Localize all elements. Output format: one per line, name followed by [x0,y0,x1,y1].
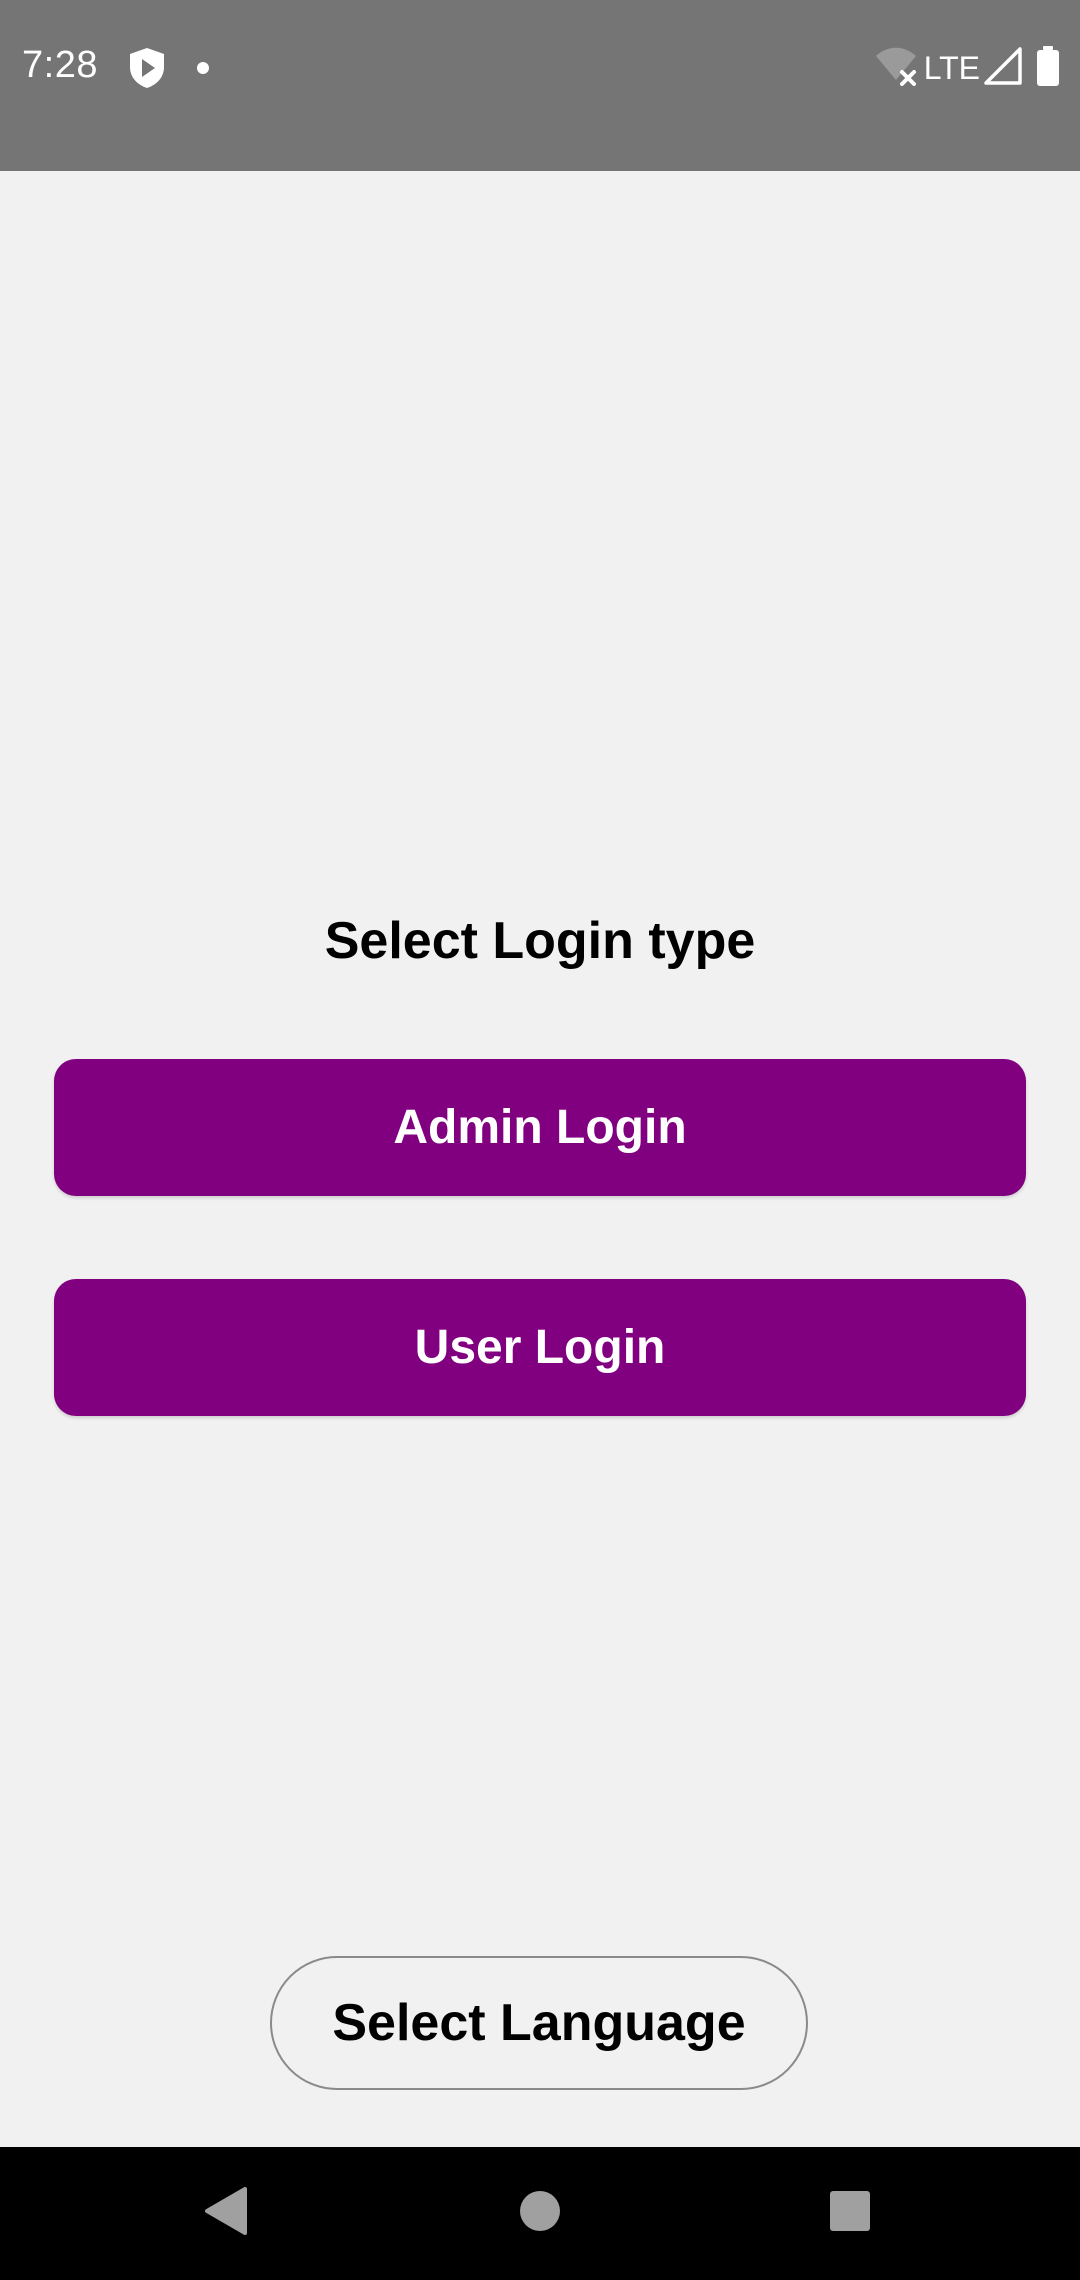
navigation-bar [0,2147,1080,2280]
select-language-label: Select Language [332,1994,746,2052]
back-button[interactable] [146,2147,306,2280]
status-time: 7:28 [22,44,98,86]
status-left-icons [128,47,210,94]
recents-icon [828,2189,872,2238]
wifi-off-icon [874,46,918,91]
select-language-button[interactable]: Select Language [270,1956,808,2090]
shield-play-icon [128,47,166,94]
main-content: Select Login type Admin Login User Login… [0,171,1080,2147]
status-right-icons: LTE [874,46,1060,91]
user-login-button[interactable]: User Login [54,1279,1026,1416]
status-bar: 7:28 LTE [0,0,1080,171]
back-icon [203,2186,249,2241]
home-button[interactable] [460,2147,620,2280]
page-title: Select Login type [324,912,756,970]
network-label: LTE [923,50,980,86]
admin-login-label: Admin Login [393,1101,687,1154]
recents-button[interactable] [770,2147,930,2280]
dot-icon [196,61,210,80]
admin-login-button[interactable]: Admin Login [54,1059,1026,1196]
battery-icon [1036,46,1060,91]
user-login-label: User Login [414,1321,666,1374]
signal-icon [984,47,1022,90]
home-icon [518,2189,562,2238]
